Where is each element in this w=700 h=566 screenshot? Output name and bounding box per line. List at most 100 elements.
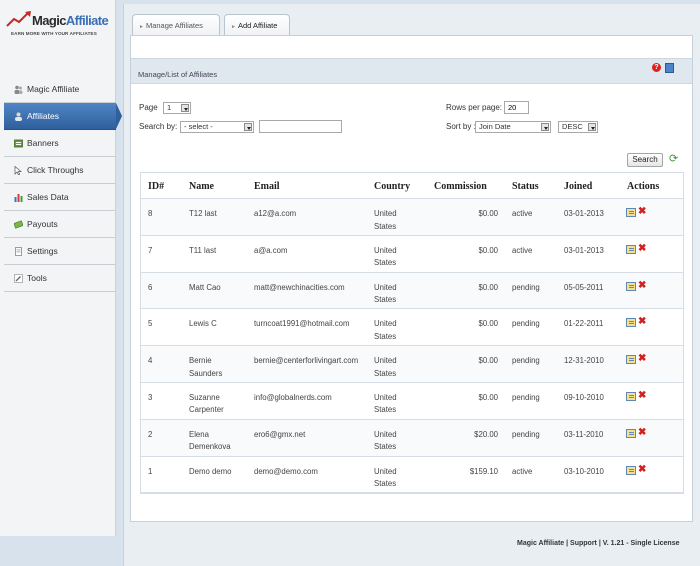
search-by-select[interactable]: - select -: [180, 121, 254, 133]
edit-icon[interactable]: [626, 391, 636, 401]
sort-by-select[interactable]: Join Date: [475, 121, 551, 133]
cell-id: 3: [148, 392, 153, 402]
cell-id: 7: [148, 245, 153, 255]
cell-email[interactable]: info@globalnerds.com: [254, 392, 372, 405]
column-header-joined[interactable]: Joined: [564, 181, 592, 192]
edit-icon[interactable]: [626, 355, 636, 365]
table-header: ID# Name Email Country Commission Status…: [141, 173, 683, 199]
delete-icon[interactable]: ✖: [638, 206, 646, 218]
delete-icon[interactable]: ✖: [638, 280, 646, 292]
delete-icon[interactable]: ✖: [638, 427, 646, 439]
sidebar-item-click-throughs[interactable]: Click Throughs: [4, 157, 116, 184]
rows-per-page-label: Rows per page:: [446, 103, 503, 112]
table-row: 3 Suzanne Carpenter info@globalnerds.com Un…: [141, 383, 683, 420]
delete-icon[interactable]: ✖: [638, 316, 646, 328]
table-body: 8 T12 last a12@a.com United States $0.00 acti…: [141, 199, 683, 494]
tab-manage-affiliates[interactable]: ► Manage Affiliates: [132, 14, 220, 36]
cell-country: United States: [374, 245, 397, 268]
sort-order-select-value: DESC: [562, 122, 583, 131]
cell-email[interactable]: ero6@gmx.net: [254, 429, 372, 442]
row-actions: ✖: [626, 390, 650, 402]
edit-icon[interactable]: [626, 244, 636, 254]
delete-icon[interactable]: ✖: [638, 353, 646, 365]
people-icon: [14, 85, 23, 94]
page-label: Page: [139, 103, 158, 112]
table-row: 4 Bernie Saunders bernie@centerforlivingar…: [141, 346, 683, 383]
sidebar-item-settings[interactable]: Settings: [4, 238, 116, 265]
cell-id: 1: [148, 466, 153, 476]
search-button[interactable]: Search: [627, 153, 663, 167]
edit-icon[interactable]: [626, 465, 636, 475]
column-header-commission[interactable]: Commission: [434, 181, 487, 192]
sidebar-item-affiliates[interactable]: Affiliates: [4, 103, 122, 130]
delete-icon[interactable]: ✖: [638, 390, 646, 402]
sidebar-item-label: Settings: [27, 246, 58, 256]
cell-email[interactable]: a@a.com: [254, 245, 372, 258]
table-row: 7 T11 last a@a.com United States $0.00 active…: [141, 236, 683, 273]
table-row: 1 Demo demo demo@demo.com United States $159…: [141, 457, 683, 494]
cell-email[interactable]: matt@newchinacities.com: [254, 282, 372, 295]
sidebar-nav: Magic Affiliate Affiliates Banners Click…: [4, 76, 122, 292]
cell-joined: 09-10-2010: [564, 392, 604, 402]
cell-id: 5: [148, 319, 153, 329]
edit-icon[interactable]: [626, 208, 636, 217]
logo: MagicAffiliate EARN MORE WITH YOUR AFFIL…: [6, 10, 110, 40]
document-icon[interactable]: [665, 63, 674, 73]
cell-joined: 01-22-2011: [564, 319, 604, 329]
delete-icon[interactable]: ✖: [638, 243, 646, 255]
cell-email[interactable]: a12@a.com: [254, 208, 372, 221]
rows-per-page-input[interactable]: [504, 101, 529, 114]
refresh-icon[interactable]: ⟳: [669, 154, 680, 165]
cell-joined: 12-31-2010: [564, 356, 604, 366]
sidebar-item-label: Banners: [27, 138, 59, 148]
sidebar-item-label: Tools: [27, 273, 47, 283]
cell-email[interactable]: turncoat1991@hotmail.com: [254, 318, 372, 331]
edit-icon[interactable]: [626, 428, 636, 438]
cell-joined: 03-01-2013: [564, 245, 604, 255]
cell-name: Matt Cao: [189, 282, 221, 292]
column-header-country[interactable]: Country: [374, 181, 410, 192]
cell-commission: $0.00: [478, 356, 498, 366]
sidebar-item-tools[interactable]: Tools: [4, 265, 116, 292]
sidebar-item-magic-affiliate[interactable]: Magic Affiliate: [4, 76, 116, 103]
tab-add-affiliate[interactable]: ► Add Affiliate: [224, 14, 290, 36]
person-icon: [15, 112, 22, 121]
footer-text: Magic Affiliate | Support | V. 1.21 - Si…: [517, 540, 680, 547]
column-header-email[interactable]: Email: [254, 181, 280, 192]
edit-icon[interactable]: [626, 318, 636, 328]
row-actions: ✖: [626, 464, 650, 476]
sidebar-item-label: Payouts: [27, 219, 58, 229]
row-actions: ✖: [626, 427, 650, 439]
tab-arrow-icon: ►: [231, 24, 236, 30]
sidebar-item-sales-data[interactable]: Sales Data: [4, 184, 116, 211]
cell-commission: $0.00: [478, 245, 498, 255]
cell-commission: $0.00: [478, 282, 498, 292]
table-row: 5 Lewis C turncoat1991@hotmail.com United S…: [141, 309, 683, 347]
cell-email[interactable]: bernie@centerforlivingart.com: [254, 355, 372, 368]
cell-name: Bernie Saunders: [189, 356, 223, 378]
sort-order-select[interactable]: DESC: [558, 121, 598, 133]
cell-joined: 03-01-2013: [564, 209, 604, 218]
sidebar-item-label: Click Throughs: [27, 165, 84, 175]
column-header-name[interactable]: Name: [189, 181, 214, 192]
main-panel: ► Manage Affiliates ► Add Affiliate Manage…: [123, 4, 700, 566]
row-actions: ✖: [626, 353, 650, 365]
edit-icon[interactable]: [626, 281, 636, 291]
money-icon: [14, 220, 23, 229]
cell-country: United States: [374, 209, 397, 231]
sidebar-item-payouts[interactable]: Payouts: [4, 211, 116, 238]
page-select[interactable]: 1: [163, 102, 191, 114]
search-input[interactable]: [259, 120, 342, 133]
delete-icon[interactable]: ✖: [638, 464, 646, 476]
tab-label: Add Affiliate: [237, 21, 278, 30]
column-header-status[interactable]: Status: [512, 181, 539, 192]
cell-email[interactable]: demo@demo.com: [254, 466, 372, 479]
tab-arrow-icon: ►: [139, 24, 144, 30]
sidebar-item-banners[interactable]: Banners: [4, 130, 116, 157]
cell-status: pending: [512, 319, 540, 329]
help-icon[interactable]: ?: [652, 63, 661, 72]
column-header-id[interactable]: ID#: [148, 181, 164, 192]
cell-id: 8: [148, 209, 153, 218]
cell-name: T12 last: [189, 209, 217, 218]
cursor-icon: [14, 166, 22, 175]
